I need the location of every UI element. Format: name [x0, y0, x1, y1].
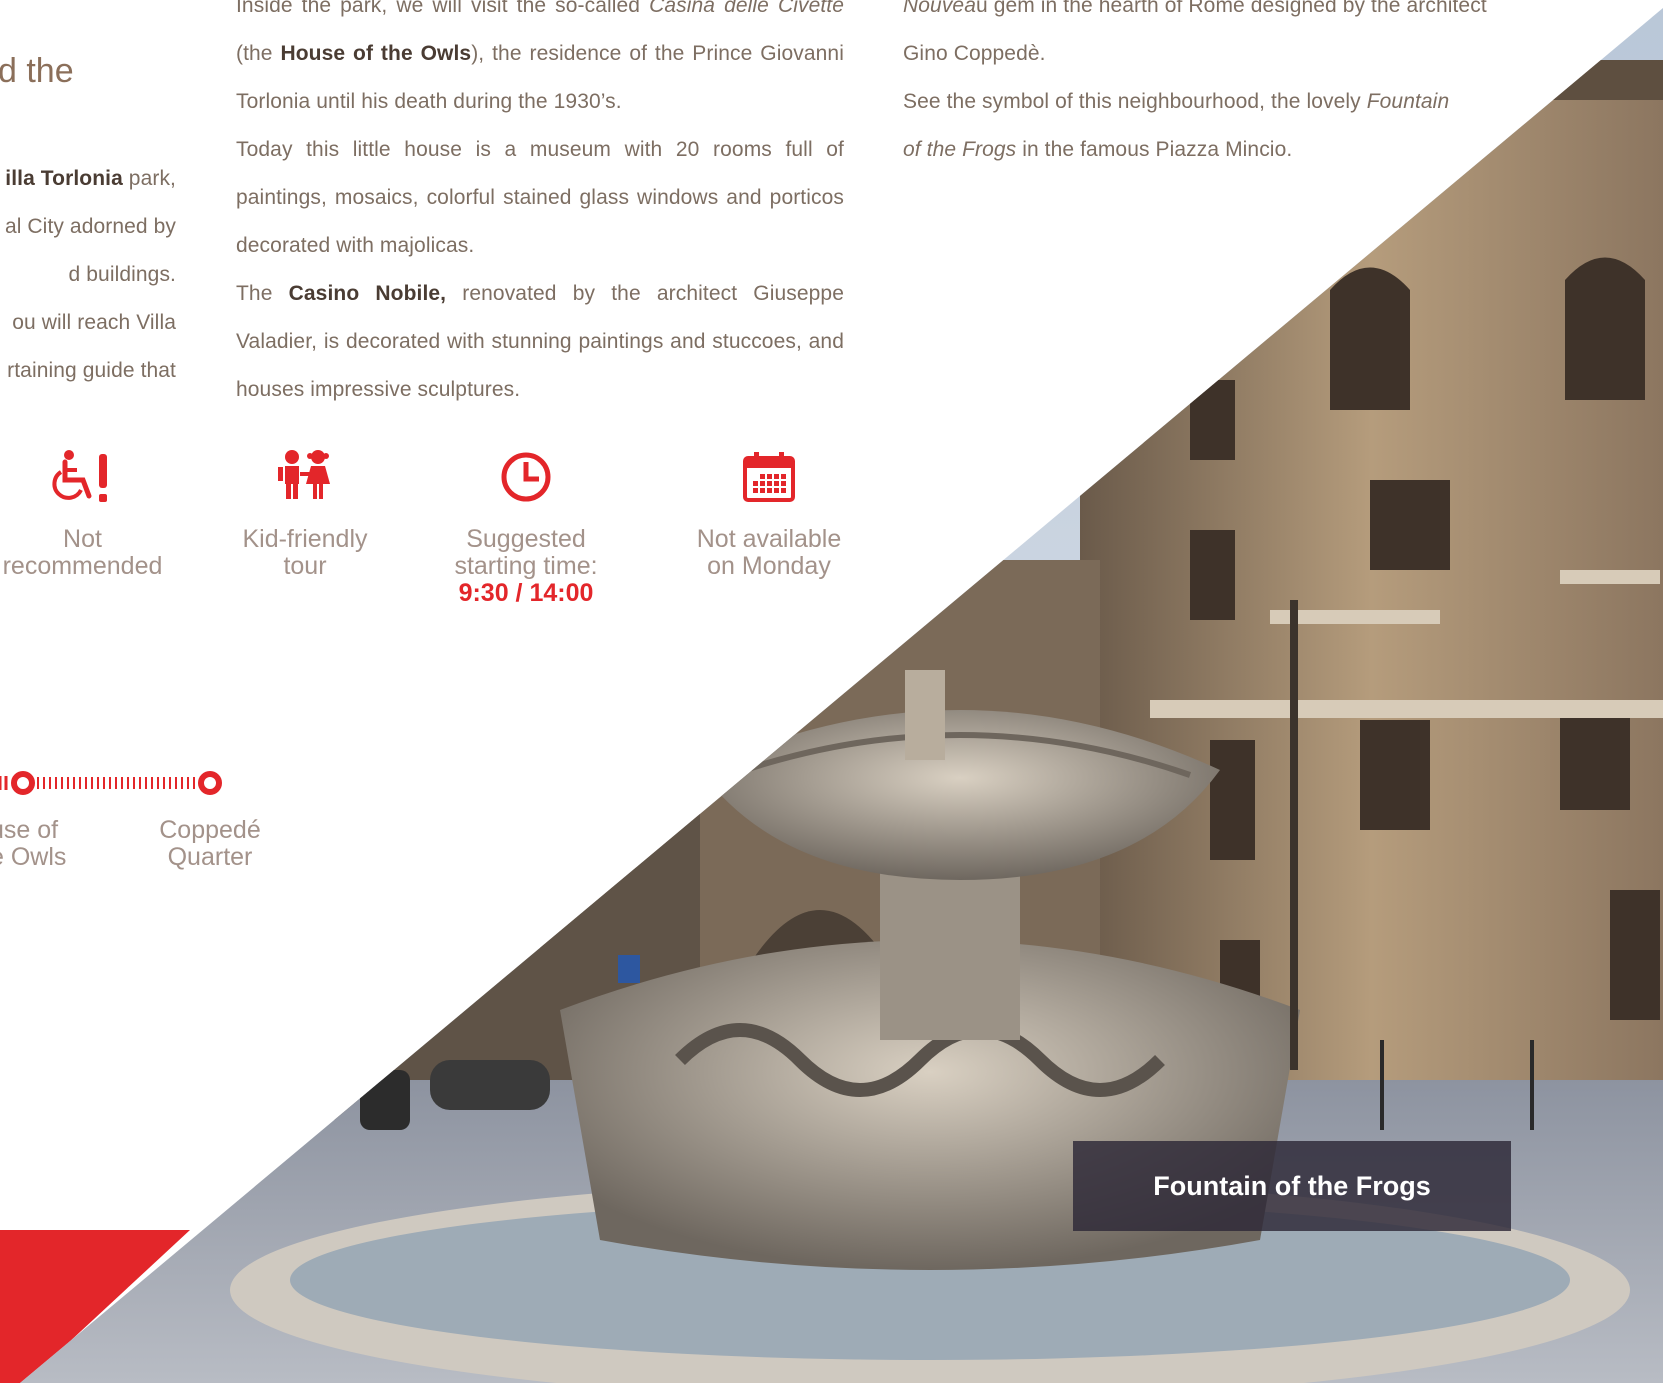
photo-caption-text: Fountain of the Frogs: [1153, 1170, 1431, 1201]
photo-caption: Fountain of the Frogs: [1073, 1141, 1511, 1231]
